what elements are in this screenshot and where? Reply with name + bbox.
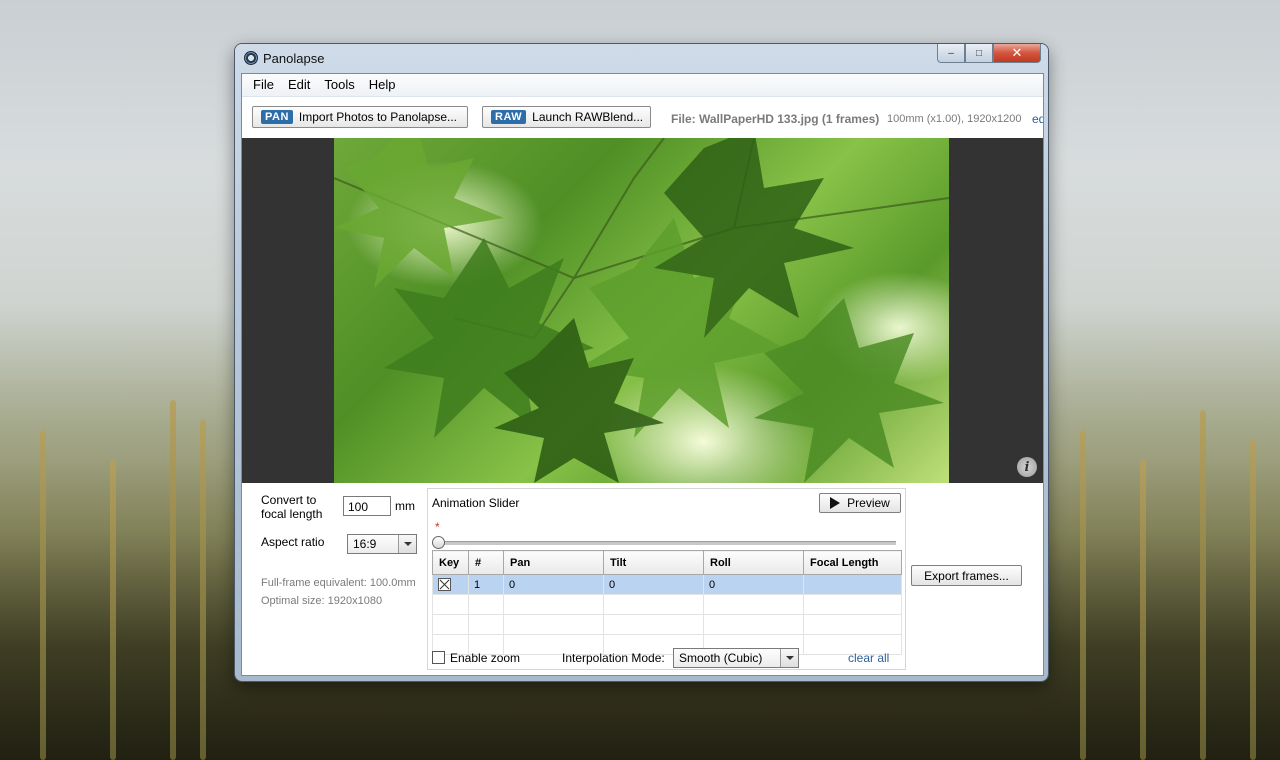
launch-rawblend-label: Launch RAWBlend... — [532, 110, 644, 124]
file-info: File: WallPaperHD 133.jpg (1 frames) — [671, 112, 880, 126]
app-window: Panolapse – □ ✕ File Edit Tools Help PAN… — [235, 44, 1048, 681]
aspect-ratio-label: Aspect ratio — [261, 535, 325, 549]
toolbar: PAN Import Photos to Panolapse... RAW La… — [242, 97, 1043, 139]
import-photos-label: Import Photos to Panolapse... — [298, 110, 458, 124]
preview-button[interactable]: Preview — [819, 493, 901, 513]
convert-label-line2: focal length — [261, 507, 323, 521]
clear-all-link[interactable]: clear all — [848, 651, 889, 665]
empty-table-row — [432, 614, 902, 635]
animation-slider-track[interactable] — [438, 541, 896, 545]
animation-slider-panel: Animation Slider Preview * Key # Pan Til… — [427, 488, 906, 670]
focal-cell[interactable] — [803, 574, 902, 595]
close-button[interactable]: ✕ — [993, 44, 1041, 63]
column-header-roll[interactable]: Roll — [703, 550, 804, 575]
minimize-button[interactable]: – — [937, 44, 965, 63]
tilt-cell[interactable]: 0 — [603, 574, 704, 595]
convert-label-line1: Convert to — [261, 493, 317, 507]
leaf-illustration — [334, 138, 949, 483]
pan-cell[interactable]: 0 — [503, 574, 604, 595]
window-title: Panolapse — [263, 51, 325, 66]
title-bar[interactable]: Panolapse – □ ✕ — [235, 44, 1048, 73]
launch-rawblend-button[interactable]: RAW Launch RAWBlend... — [482, 106, 651, 128]
menu-edit[interactable]: Edit — [281, 74, 317, 96]
interpolation-mode-label: Interpolation Mode: — [562, 651, 665, 665]
chevron-down-icon — [780, 649, 798, 667]
empty-table-row — [432, 594, 902, 615]
panolapse-app-icon — [244, 51, 258, 65]
keyframe-marker: * — [435, 520, 440, 534]
animation-slider-thumb[interactable] — [432, 536, 445, 549]
column-header-focal-length[interactable]: Focal Length — [803, 550, 902, 575]
focal-length-input[interactable]: 100 — [343, 496, 391, 516]
info-icon[interactable]: i — [1017, 457, 1037, 477]
interpolation-mode-select[interactable]: Smooth (Cubic) — [673, 648, 799, 668]
chevron-down-icon — [398, 535, 416, 553]
export-frames-button[interactable]: Export frames... — [911, 565, 1022, 586]
client-area: File Edit Tools Help PAN Import Photos t… — [241, 73, 1044, 676]
enable-zoom-checkbox[interactable] — [432, 651, 445, 664]
menu-help[interactable]: Help — [362, 74, 403, 96]
enable-zoom-label: Enable zoom — [450, 651, 521, 665]
interpolation-mode-value: Smooth (Cubic) — [679, 651, 763, 665]
fullframe-equivalent: Full-frame equivalent: 100.0mm — [261, 577, 416, 589]
roll-cell[interactable]: 0 — [703, 574, 804, 595]
aspect-ratio-value: 16:9 — [353, 537, 377, 551]
aspect-ratio-select[interactable]: 16:9 — [347, 534, 417, 554]
column-header-tilt[interactable]: Tilt — [603, 550, 704, 575]
play-icon — [830, 497, 841, 509]
pan-badge-icon: PAN — [261, 110, 293, 124]
menu-bar: File Edit Tools Help — [242, 74, 1043, 97]
menu-file[interactable]: File — [246, 74, 281, 96]
maximize-button[interactable]: □ — [965, 44, 993, 63]
column-header-key[interactable]: Key — [432, 550, 469, 575]
control-panel: Convert to focal length 100 mm Aspect ra… — [242, 483, 1043, 675]
cutoff-link[interactable]: ed — [1032, 112, 1043, 126]
raw-badge-icon: RAW — [491, 110, 527, 124]
animation-slider-title: Animation Slider — [432, 496, 520, 510]
keyframe-table: Key # Pan Tilt Roll Focal Length 1 0 0 0 — [432, 550, 902, 655]
key-checkbox[interactable] — [438, 578, 451, 591]
key-cell[interactable] — [432, 574, 469, 595]
file-details: 100mm (x1.00), 1920x1200 — [887, 113, 1022, 125]
table-row[interactable]: 1 0 0 0 — [432, 574, 902, 595]
column-header-pan[interactable]: Pan — [503, 550, 604, 575]
number-cell[interactable]: 1 — [468, 574, 504, 595]
optimal-size: Optimal size: 1920x1080 — [261, 595, 383, 607]
menu-tools[interactable]: Tools — [317, 74, 361, 96]
table-header-row: Key # Pan Tilt Roll Focal Length — [432, 550, 902, 575]
window-controls: – □ ✕ — [937, 44, 1041, 64]
column-header-number[interactable]: # — [468, 550, 504, 575]
preview-label: Preview — [847, 496, 890, 510]
import-photos-button[interactable]: PAN Import Photos to Panolapse... — [252, 106, 468, 128]
focal-unit-label: mm — [395, 499, 415, 513]
image-viewer[interactable]: i — [242, 138, 1043, 483]
preview-photo — [334, 138, 949, 483]
